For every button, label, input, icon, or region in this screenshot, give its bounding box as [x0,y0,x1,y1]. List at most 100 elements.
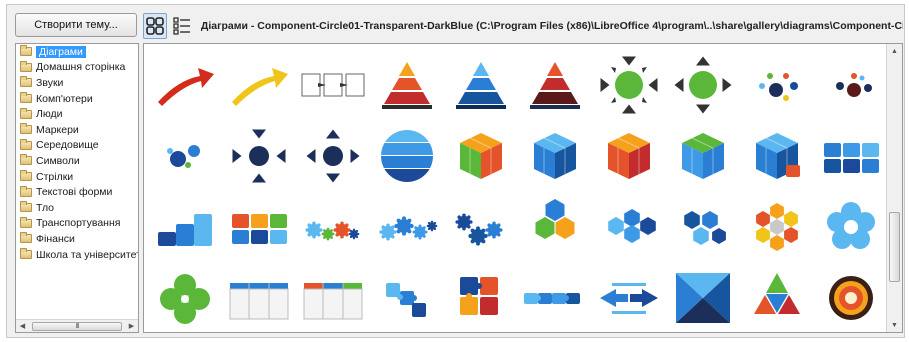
gallery-item[interactable] [740,263,814,332]
gears-colored-icon [305,221,360,241]
gallery-item[interactable] [222,192,296,262]
gallery-item[interactable] [370,50,444,120]
gallery-item[interactable] [592,192,666,262]
gallery-thumbnails [144,44,886,332]
puzzle-blue-icon [386,283,426,317]
folder-icon [20,248,32,260]
gallery-item[interactable] [814,121,888,191]
theme-item[interactable]: Середовище [16,138,138,154]
gallery-item[interactable] [222,121,296,191]
scroll-right-icon[interactable]: ▶ [125,320,138,332]
cube-blue-icon [534,133,576,179]
theme-item-label: Домашня сторінка [36,61,126,74]
gallery-item[interactable] [370,121,444,191]
detail-view-button[interactable] [170,13,194,39]
folder-icon [20,123,32,135]
theme-item[interactable]: Школа та університет [16,247,138,263]
gallery-item[interactable] [592,121,666,191]
gallery-item[interactable] [518,50,592,120]
theme-item[interactable]: Текстові форми [16,184,138,200]
cube-blue-stack-icon [756,133,800,179]
gallery-item[interactable] [296,121,370,191]
gallery-item[interactable] [666,121,740,191]
gallery-item[interactable] [518,192,592,262]
theme-item-label: Діаграми [36,45,86,58]
gallery-item[interactable] [444,121,518,191]
gallery-item[interactable] [296,263,370,332]
gallery-item[interactable] [740,121,814,191]
flower-blue-icon [827,202,875,249]
gallery-item[interactable] [222,263,296,332]
horizontal-scrollbar[interactable]: ◀ III ▶ [16,319,138,332]
table-colored-icon [303,283,363,320]
folder-icon [20,201,32,213]
molecule-colored-icon [759,73,798,101]
gallery-item[interactable] [370,192,444,262]
folder-icon [20,107,32,119]
scroll-thumb[interactable]: III [32,321,122,331]
cube-orange-red-icon [608,133,650,179]
gallery-item[interactable] [518,263,592,332]
gallery-item[interactable] [814,192,888,262]
gallery-item[interactable] [296,50,370,120]
gallery-item[interactable] [740,192,814,262]
theme-item-label: Текстові форми [36,186,113,199]
theme-item-label: Стрілки [36,170,74,183]
theme-item[interactable]: Стрілки [16,169,138,185]
gallery-item[interactable] [666,263,740,332]
icon-view-button[interactable] [143,13,167,39]
gallery-item[interactable] [592,50,666,120]
theme-list[interactable]: Діаграми Домашня сторінка Звуки Комп'ютери Л… [15,43,139,333]
folder-icon [20,76,32,88]
gallery-item[interactable] [814,263,888,332]
gallery-item[interactable] [740,50,814,120]
scroll-left-icon[interactable]: ◀ [16,320,29,332]
theme-item[interactable]: Діаграми [16,44,138,60]
gallery-item[interactable] [444,192,518,262]
pyramid-blue-icon [456,62,506,109]
gallery-item[interactable] [518,121,592,191]
theme-item[interactable]: Маркери [16,122,138,138]
gears-blue-icon [379,216,438,241]
gallery-view[interactable]: ▲ ▼ [143,43,903,333]
theme-item[interactable]: Транспортування [16,216,138,232]
create-theme-button[interactable]: Створити тему... [15,13,137,37]
theme-item[interactable]: Комп'ютери [16,91,138,107]
gallery-item[interactable] [814,50,888,120]
bars-blue-3d-icon [824,143,879,173]
hub-green-outward-icon [674,56,732,114]
arrow-yellow-icon [232,68,288,106]
theme-item[interactable]: Люди [16,106,138,122]
theme-item-label: Тло [36,201,55,214]
folder-icon [20,232,32,244]
bars-colored-3d-icon [232,214,287,244]
gallery-item[interactable] [222,50,296,120]
gallery-item[interactable] [370,263,444,332]
theme-item[interactable]: Символи [16,153,138,169]
gallery-item[interactable] [148,50,222,120]
gallery-item[interactable] [148,121,222,191]
table-header-icon [229,283,289,320]
theme-item[interactable]: Звуки [16,75,138,91]
scroll-down-icon[interactable]: ▼ [887,318,902,332]
gallery-item[interactable] [592,263,666,332]
scroll-thumb-vertical[interactable] [889,212,900,282]
theme-item-label: Середовище [36,139,99,152]
gallery-item[interactable] [444,263,518,332]
theme-item[interactable]: Тло [16,200,138,216]
gallery-item[interactable] [666,50,740,120]
theme-item[interactable]: Домашня сторінка [16,60,138,76]
gallery-item[interactable] [444,50,518,120]
gallery-item[interactable] [148,263,222,332]
gallery-item[interactable] [296,192,370,262]
theme-item[interactable]: Фінанси [16,231,138,247]
pyramid-red-icon [530,62,580,109]
theme-item-label: Транспортування [36,217,121,230]
gallery-item[interactable] [666,192,740,262]
sphere-striped-blue-icon [381,130,433,182]
vertical-scrollbar[interactable]: ▲ ▼ [886,44,902,332]
list-icon [173,17,190,35]
arrows-horizontal-icon [600,283,658,314]
gallery-item[interactable] [148,192,222,262]
scroll-up-icon[interactable]: ▲ [887,44,902,58]
